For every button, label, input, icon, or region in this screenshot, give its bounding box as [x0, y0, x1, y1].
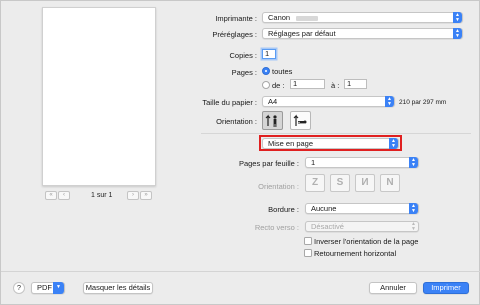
pdf-label: PDF — [37, 283, 52, 292]
chevron-updown-icon: ▲ ▼ — [453, 12, 462, 23]
presets-value: Réglages par défaut — [268, 29, 336, 38]
chevron-updown-icon: ▲ ▼ — [409, 157, 418, 168]
portrait-icon — [265, 114, 277, 127]
pdf-menu-button[interactable]: PDF ▼ — [31, 282, 65, 294]
layout-s-icon[interactable]: S — [330, 174, 350, 192]
chevron-down-icon: ▼ — [53, 282, 64, 294]
layout-direction-buttons: Z S И N — [305, 174, 405, 194]
print-dialog: « ‹ 1 sur 1 › » Imprimante : Canon ▲ ▼ Pr… — [0, 0, 480, 305]
preview-pager: « ‹ 1 sur 1 › » — [45, 191, 155, 203]
orientation-buttons — [262, 111, 312, 131]
next-page-button[interactable]: › — [127, 191, 139, 200]
first-page-button[interactable]: « — [45, 191, 57, 200]
duplex-value: Désactivé — [311, 222, 344, 231]
pages-label: Pages : — [231, 68, 257, 77]
last-page-button[interactable]: » — [140, 191, 152, 200]
flip-horizontal-label: Retournement horizontal — [314, 249, 397, 258]
hide-details-button[interactable]: Masquer les détails — [83, 282, 153, 294]
paper-size-select[interactable]: A4 ▲ ▼ — [262, 96, 395, 107]
printer-name-redacted — [296, 15, 319, 21]
paper-size-value: A4 — [268, 97, 278, 106]
section-separator — [201, 133, 471, 134]
layout-n-icon[interactable]: N — [380, 174, 400, 192]
reverse-orientation-label: Inverser l'orientation de la page — [314, 237, 419, 246]
chevron-updown-icon: ▲ ▼ — [385, 96, 394, 107]
duplex-label: Recto verso : — [254, 223, 299, 232]
chevron-updown-icon: ▲ ▼ — [411, 221, 416, 232]
print-preview — [27, 7, 173, 187]
paper-size-label: Taille du papier : — [202, 98, 257, 107]
pages-all-label: toutes — [272, 67, 293, 76]
flip-horizontal-checkbox[interactable] — [304, 249, 312, 257]
layout-orientation-label: Orientation : — [258, 182, 299, 191]
printer-select[interactable]: Canon ▲ ▼ — [262, 12, 463, 23]
pages-per-sheet-select[interactable]: 1 ▲ ▼ — [305, 157, 419, 168]
page-indicator: 1 sur 1 — [91, 192, 113, 199]
copies-field[interactable]: 1 — [262, 49, 276, 59]
portrait-orientation-button[interactable] — [262, 111, 283, 130]
orientation-label: Orientation : — [216, 117, 257, 126]
border-label: Bordure : — [268, 205, 299, 214]
pages-all-radio[interactable] — [262, 67, 270, 75]
pages-from-label: de : — [272, 81, 285, 90]
presets-label: Préréglages : — [212, 30, 257, 39]
preview-page — [42, 7, 156, 186]
cancel-button[interactable]: Annuler — [369, 282, 417, 294]
border-select[interactable]: Aucune ▲ ▼ — [305, 203, 419, 214]
pages-from-field[interactable]: 1 — [290, 79, 325, 89]
presets-select[interactable]: Réglages par défaut ▲ ▼ — [262, 28, 463, 39]
duplex-select[interactable]: Désactivé ▲ ▼ — [305, 221, 419, 232]
landscape-orientation-button[interactable] — [290, 111, 311, 130]
chevron-updown-icon: ▲ ▼ — [453, 28, 462, 39]
printer-value: Canon — [268, 13, 291, 22]
reverse-orientation-checkbox[interactable] — [304, 237, 312, 245]
landscape-icon — [293, 114, 307, 126]
copies-label: Copies : — [229, 51, 257, 60]
print-button[interactable]: Imprimer — [423, 282, 469, 294]
pages-per-sheet-value: 1 — [311, 158, 316, 167]
help-button[interactable]: ? — [13, 282, 25, 294]
layout-z-icon[interactable]: Z — [305, 174, 325, 192]
pages-to-field[interactable]: 1 — [344, 79, 367, 89]
footer-separator — [1, 271, 480, 272]
printer-label: Imprimante : — [215, 14, 257, 23]
layout-n-reverse-icon[interactable]: И — [355, 174, 375, 192]
pages-range-radio[interactable] — [262, 81, 270, 89]
pages-per-sheet-label: Pages par feuille : — [238, 159, 299, 168]
pages-to-label: à : — [331, 81, 340, 90]
highlight-box — [259, 135, 402, 151]
paper-dimensions: 210 par 297 mm — [399, 99, 447, 106]
chevron-updown-icon: ▲ ▼ — [409, 203, 418, 214]
border-value: Aucune — [311, 204, 337, 213]
previous-page-button[interactable]: ‹ — [58, 191, 70, 200]
